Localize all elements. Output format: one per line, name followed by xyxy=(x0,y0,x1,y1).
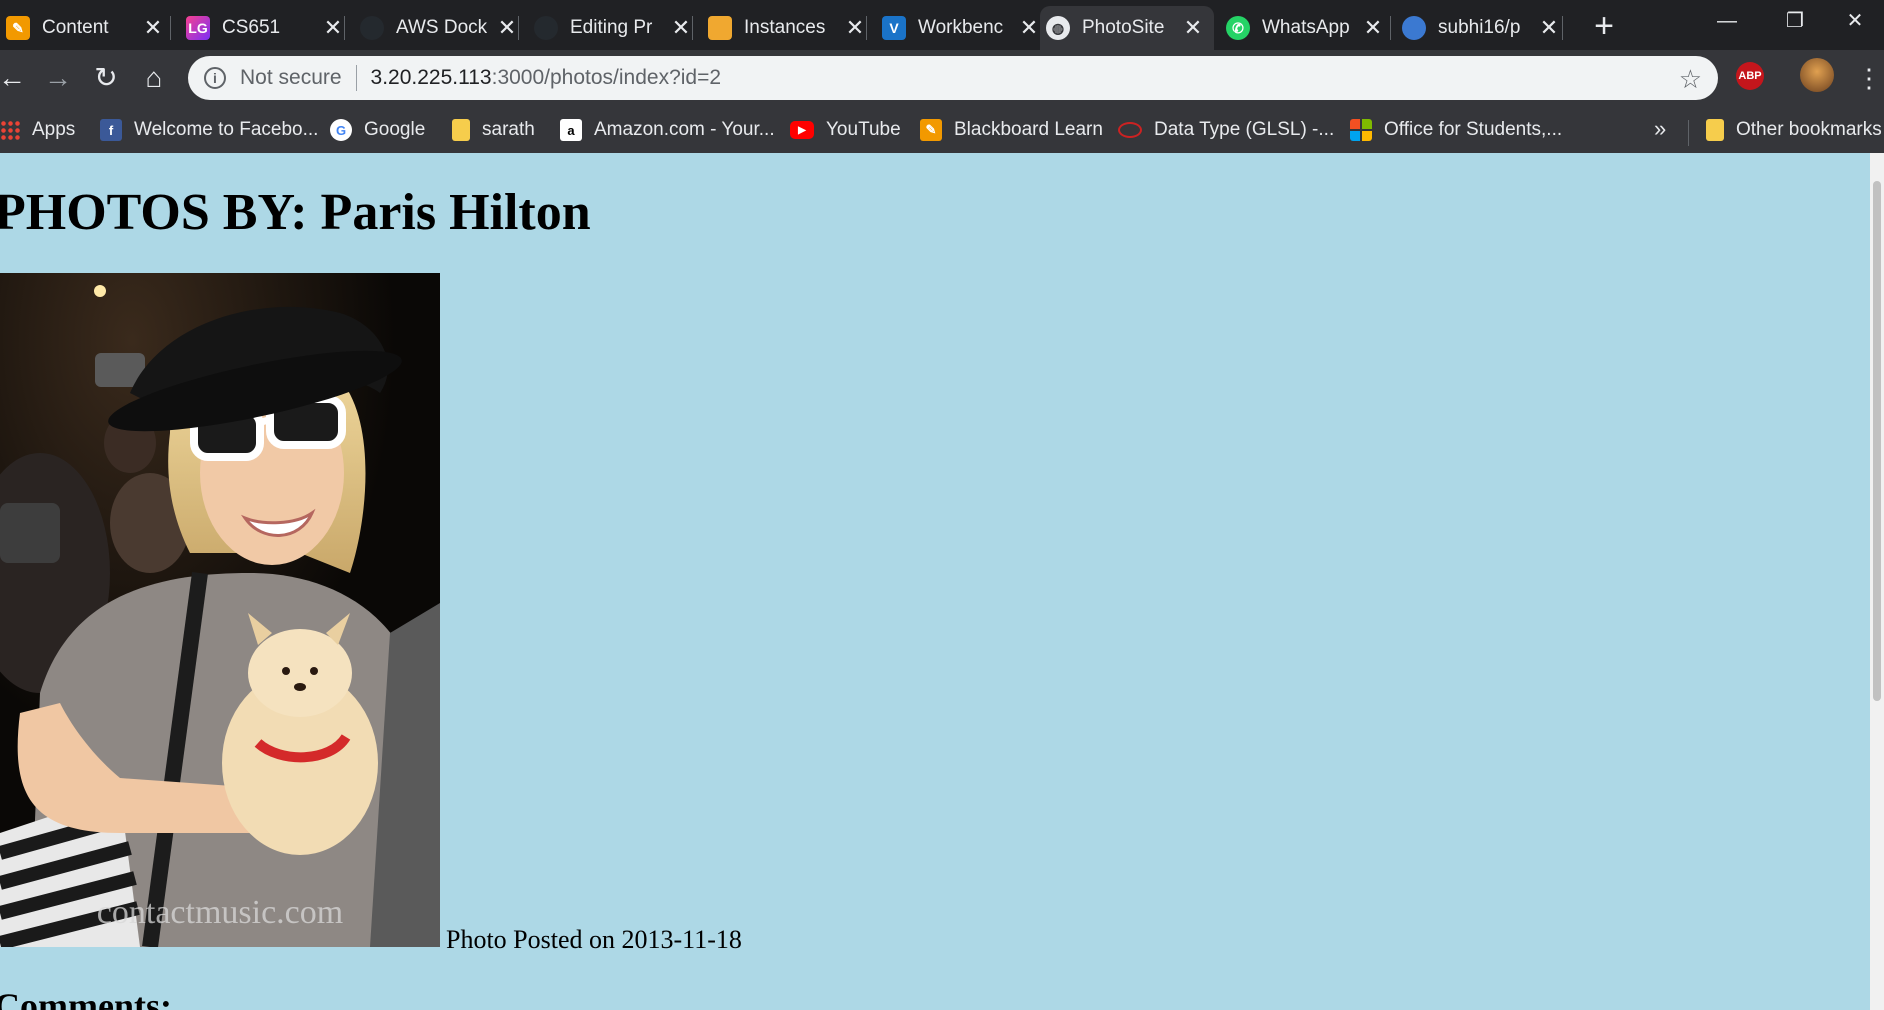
bookmark-glsl[interactable]: Data Type (GLSL) -... xyxy=(1118,116,1334,144)
tab-cs651[interactable]: LG CS651 ✕ xyxy=(180,6,354,50)
bookmarks-divider xyxy=(1688,120,1689,146)
aws-box-icon xyxy=(708,16,732,40)
bookmarks-overflow-button[interactable]: » xyxy=(1654,116,1666,142)
tab-title: PhotoSite xyxy=(1082,17,1165,38)
home-button[interactable]: ⌂ xyxy=(134,58,174,98)
bookmark-facebook[interactable]: f Welcome to Facebo... xyxy=(100,116,318,144)
bookmark-office[interactable]: Office for Students,... xyxy=(1350,116,1562,144)
minimize-button[interactable]: — xyxy=(1692,0,1762,44)
tab-title: Workbenc xyxy=(918,17,1004,38)
apps-grid-icon xyxy=(0,120,20,140)
url-path[interactable]: :3000/photos/index?id=2 xyxy=(492,66,721,90)
tab-title: subhi16/p xyxy=(1438,17,1521,38)
bookmark-label: Apps xyxy=(32,119,76,140)
browser-chrome: ✎ Content ✕ LG CS651 ✕ AWS Dock ✕ Editin… xyxy=(0,0,1884,153)
close-icon[interactable]: ✕ xyxy=(142,15,164,41)
google-icon: G xyxy=(330,119,352,141)
page-scrollbar[interactable] xyxy=(1870,153,1884,1010)
globe-icon: ◍ xyxy=(1046,16,1070,40)
tab-title: Editing Pr xyxy=(570,17,653,38)
bookmark-label: YouTube xyxy=(826,119,901,140)
close-icon[interactable]: ✕ xyxy=(1362,15,1384,41)
omnibox-divider xyxy=(355,65,357,91)
tab-photosite[interactable]: ◍ PhotoSite ✕ xyxy=(1040,6,1214,50)
toolbar: ← → ↻ ⌂ i Not secure 3.20.225.113:3000/p… xyxy=(0,50,1884,106)
reload-button[interactable]: ↻ xyxy=(86,58,126,98)
browser-menu-button[interactable]: ⋮ xyxy=(1856,58,1882,98)
scrollbar-thumb[interactable] xyxy=(1873,181,1881,701)
bookmark-label: Welcome to Facebo... xyxy=(134,119,319,140)
info-icon[interactable]: i xyxy=(204,67,226,89)
profile-avatar[interactable] xyxy=(1800,58,1834,92)
tab-workbench[interactable]: V Workbenc ✕ xyxy=(876,6,1050,50)
github-icon xyxy=(534,16,558,40)
bookmark-sarath[interactable]: sarath xyxy=(452,116,535,144)
tab-whatsapp[interactable]: ✆ WhatsApp ✕ xyxy=(1220,6,1394,50)
close-icon[interactable]: ✕ xyxy=(496,15,518,41)
tab-title: Content xyxy=(42,17,109,38)
bookmarks-bar: Apps f Welcome to Facebo... G Google sar… xyxy=(0,106,1884,153)
new-tab-button[interactable]: + xyxy=(1584,8,1624,44)
tab-editing[interactable]: Editing Pr ✕ xyxy=(528,6,702,50)
close-icon[interactable]: ✕ xyxy=(1538,15,1560,41)
tab-title: CS651 xyxy=(222,17,281,38)
bookmark-star-icon[interactable]: ☆ xyxy=(1679,64,1702,95)
tab-instances[interactable]: Instances ✕ xyxy=(702,6,876,50)
microsoft-icon xyxy=(1350,119,1372,141)
khronos-icon xyxy=(1118,122,1142,138)
bookmark-label: Amazon.com - Your... xyxy=(594,119,775,140)
edit-icon: ✎ xyxy=(920,119,942,141)
close-window-button[interactable]: ✕ xyxy=(1826,0,1884,44)
close-icon[interactable]: ✕ xyxy=(1182,15,1204,41)
security-label[interactable]: Not secure xyxy=(240,66,342,90)
tab-title: WhatsApp xyxy=(1262,17,1350,38)
bookmark-label: Other bookmarks xyxy=(1736,119,1882,140)
bookmark-label: Google xyxy=(364,119,426,140)
bookmark-google[interactable]: G Google xyxy=(330,116,425,144)
comments-heading: Comments: xyxy=(0,986,172,1010)
edit-icon: ✎ xyxy=(6,16,30,40)
tab-strip: ✎ Content ✕ LG CS651 ✕ AWS Dock ✕ Editin… xyxy=(0,0,1884,50)
back-button[interactable]: ← xyxy=(0,58,32,98)
adblock-extension-icon[interactable]: ABP xyxy=(1736,62,1764,90)
v-logo-icon: V xyxy=(882,16,906,40)
address-bar[interactable]: i Not secure 3.20.225.113:3000/photos/in… xyxy=(188,56,1718,100)
forward-button[interactable]: → xyxy=(38,58,78,98)
tab-content[interactable]: ✎ Content ✕ xyxy=(0,6,174,50)
bookmark-label: Office for Students,... xyxy=(1384,119,1563,140)
close-icon[interactable]: ✕ xyxy=(844,15,866,41)
tab-title: AWS Dock xyxy=(396,17,488,38)
bookmark-youtube[interactable]: ▶ YouTube xyxy=(790,116,901,144)
tab-title: Instances xyxy=(744,17,826,38)
page-content: PHOTOS BY: Paris Hilton contactmusic.com… xyxy=(0,153,1870,1010)
photo-watermark: contactmusic.com xyxy=(97,894,343,931)
whatsapp-icon: ✆ xyxy=(1226,16,1250,40)
close-icon[interactable]: ✕ xyxy=(322,15,344,41)
url-host[interactable]: 3.20.225.113 xyxy=(371,66,492,90)
photo-image: contactmusic.com xyxy=(0,273,440,947)
tab-subhi16[interactable]: subhi16/p ✕ xyxy=(1396,6,1570,50)
lg-logo-icon: LG xyxy=(186,16,210,40)
digitalocean-icon xyxy=(1402,16,1426,40)
bookmark-label: Data Type (GLSL) -... xyxy=(1154,119,1335,140)
github-icon xyxy=(360,16,384,40)
bookmark-other[interactable]: Other bookmarks xyxy=(1706,116,1882,144)
restore-button[interactable]: ❐ xyxy=(1760,0,1830,44)
bookmark-amazon[interactable]: a Amazon.com - Your... xyxy=(560,116,775,144)
bookmark-label: sarath xyxy=(482,119,535,140)
facebook-icon: f xyxy=(100,119,122,141)
folder-icon xyxy=(1706,119,1724,141)
photo-caption: Photo Posted on 2013-11-18 xyxy=(446,925,742,954)
youtube-icon: ▶ xyxy=(790,121,814,139)
close-icon[interactable]: ✕ xyxy=(1018,15,1040,41)
tab-aws-docker[interactable]: AWS Dock ✕ xyxy=(354,6,528,50)
bookmark-blackboard[interactable]: ✎ Blackboard Learn xyxy=(920,116,1103,144)
bookmark-label: Blackboard Learn xyxy=(954,119,1103,140)
folder-icon xyxy=(452,119,470,141)
page-title: PHOTOS BY: Paris Hilton xyxy=(0,184,591,241)
close-icon[interactable]: ✕ xyxy=(670,15,692,41)
amazon-icon: a xyxy=(560,119,582,141)
bookmark-apps[interactable]: Apps xyxy=(0,116,75,144)
